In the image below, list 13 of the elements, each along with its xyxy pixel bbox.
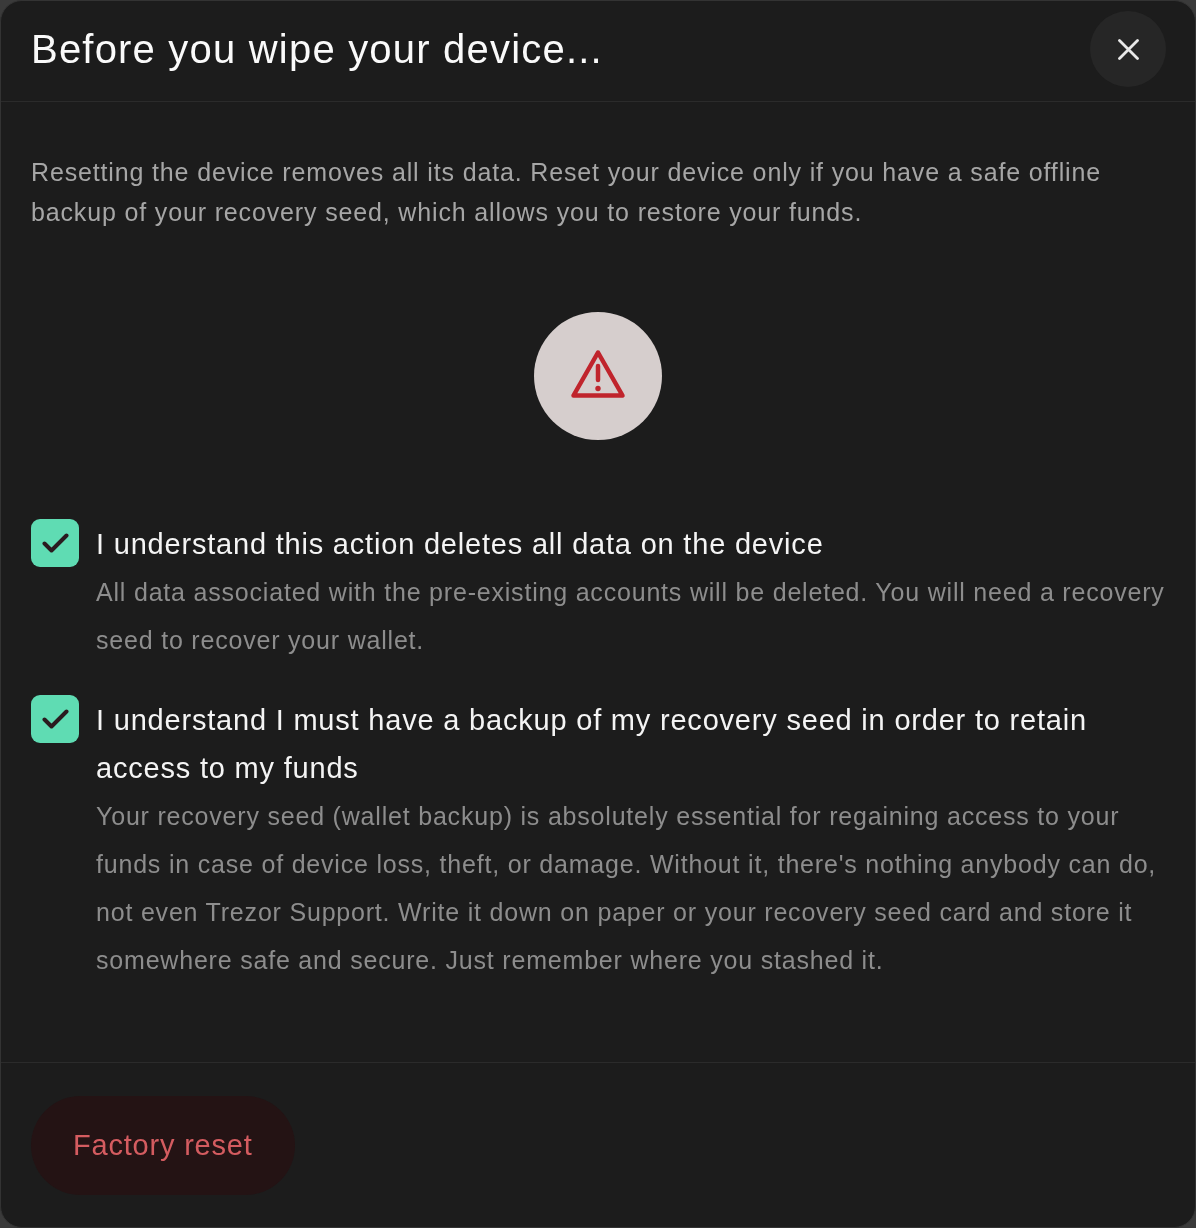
- check-icon: [41, 708, 69, 730]
- checkbox-label: I understand I must have a backup of my recovery seed in order to retain access to my funds: [96, 703, 1088, 786]
- checkbox[interactable]: [31, 695, 79, 743]
- dialog-title: Before you wipe your device...: [31, 26, 603, 72]
- checkbox[interactable]: [31, 519, 79, 567]
- checkbox-label: I understand this action deletes all data on the device: [96, 527, 825, 562]
- factory-reset-button[interactable]: Factory reset: [31, 1096, 295, 1195]
- warning-description: Resetting the device removes all its data. Reset your device only if you have a safe offline backup of your recovery seed, which allows you to restore your funds.: [31, 157, 1102, 228]
- checkbox-description: All data associated with the pre-existing accounts will be deleted. You will need a recovery seed to recover your wallet.: [96, 577, 1165, 656]
- checkbox-description: Your recovery seed (wallet backup) is absolutely essential for regaining access to your funds in case of device loss, theft, or damage. Without it, there's nothing anybody can do, not even Trezor Support. Write it down on paper or your recovery seed card and store it somewhere safe and secure. Just remember where you stashed it.: [96, 801, 1158, 976]
- warning-icon: [534, 312, 662, 440]
- close-icon: [1117, 38, 1139, 60]
- check-icon: [41, 532, 69, 554]
